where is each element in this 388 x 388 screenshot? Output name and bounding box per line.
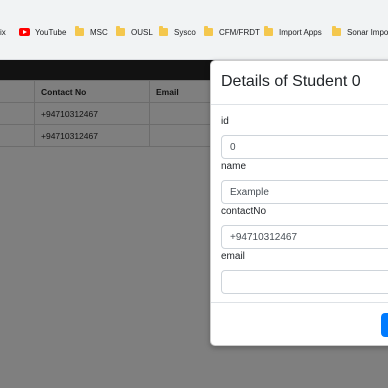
id-label: id bbox=[221, 116, 229, 127]
table-cell bbox=[0, 124, 35, 147]
modal-footer bbox=[211, 302, 388, 345]
bookmark-label: Sonar Impor bbox=[347, 27, 388, 37]
bookmark-label: CFM/FRDT bbox=[219, 27, 260, 37]
bookmark-ousl[interactable]: OUSL bbox=[116, 25, 153, 39]
table-cell-contact-no: +94710312467 bbox=[34, 124, 150, 147]
bookmark-label: Sysco bbox=[174, 27, 196, 37]
bookmark-cfm-frdt[interactable]: CFM/FRDT bbox=[204, 25, 260, 39]
bookmark-label: OUSL bbox=[131, 27, 153, 37]
bookmark-flix[interactable]: flix bbox=[0, 25, 6, 39]
bookmark-sysco[interactable]: Sysco bbox=[159, 25, 196, 39]
bookmark-import-apps[interactable]: Import Apps bbox=[264, 25, 322, 39]
folder-icon bbox=[116, 26, 125, 36]
folder-icon bbox=[264, 26, 273, 36]
table-row[interactable]: +94710312467 bbox=[0, 102, 230, 125]
bookmark-label: MSC bbox=[90, 27, 108, 37]
bookmark-label: Import Apps bbox=[279, 27, 322, 37]
table-cell-contact-no: +94710312467 bbox=[34, 102, 150, 125]
email-label: email bbox=[221, 251, 245, 262]
folder-icon bbox=[159, 26, 168, 36]
folder-icon bbox=[75, 26, 84, 36]
modal-title: Details of Student 0 bbox=[221, 73, 361, 90]
table-row[interactable]: +94710312467 bbox=[0, 124, 230, 147]
name-label: name bbox=[221, 161, 247, 172]
column-header bbox=[0, 80, 35, 103]
table-header-row: Contact No Email bbox=[0, 80, 230, 103]
folder-icon bbox=[204, 26, 213, 36]
column-header-contact-no: Contact No bbox=[34, 80, 150, 103]
youtube-icon bbox=[19, 28, 30, 36]
id-input[interactable] bbox=[221, 135, 388, 159]
email-input[interactable] bbox=[221, 270, 388, 294]
bookmark-sonar-import[interactable]: Sonar Impor bbox=[332, 25, 388, 39]
primary-button[interactable] bbox=[381, 313, 388, 337]
modal-header: Details of Student 0 bbox=[211, 61, 388, 105]
bookmarks-bar: flix YouTube MSC OUSL Sysco CFM/FRDT Imp… bbox=[0, 0, 388, 60]
modal-body: id name contactNo email bbox=[211, 105, 388, 294]
bookmark-label: flix bbox=[0, 27, 6, 37]
bookmark-youtube[interactable]: YouTube bbox=[19, 25, 66, 39]
bookmark-msc[interactable]: MSC bbox=[75, 25, 108, 39]
student-details-modal: Details of Student 0 id name contactNo e… bbox=[210, 60, 388, 346]
bookmark-label: YouTube bbox=[35, 27, 67, 37]
contact-no-label: contactNo bbox=[221, 206, 267, 217]
name-input[interactable] bbox=[221, 180, 388, 204]
contact-no-input[interactable] bbox=[221, 225, 388, 249]
folder-icon bbox=[332, 26, 341, 36]
table-cell bbox=[0, 102, 35, 125]
students-table: Contact No Email +94710312467 +947103124… bbox=[0, 80, 230, 147]
